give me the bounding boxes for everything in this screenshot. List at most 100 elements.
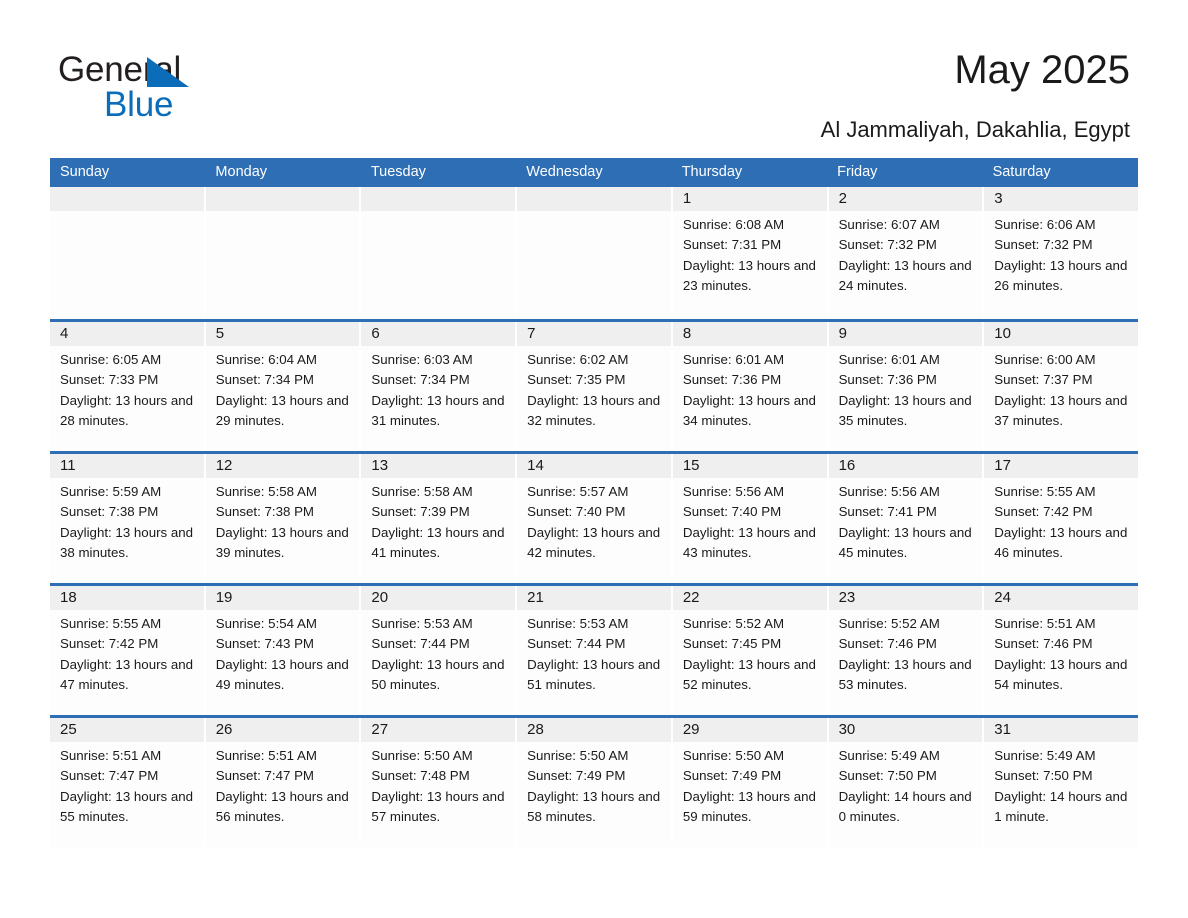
day-details: Sunrise: 6:01 AM Sunset: 7:36 PM Daylight:…	[829, 346, 983, 431]
calendar-day-cell[interactable]: 17 Sunrise: 5:55 AM Sunset: 7:42 PM Dayligh…	[984, 454, 1138, 583]
day-details: Sunrise: 5:51 AM Sunset: 7:47 PM Daylight:…	[50, 742, 204, 827]
calendar-week-row: 11 Sunrise: 5:59 AM Sunset: 7:38 PM Dayligh…	[50, 451, 1138, 583]
daylight-text: Daylight: 13 hours and 37 minutes.	[994, 392, 1128, 428]
daylight-text: Daylight: 13 hours and 47 minutes.	[60, 656, 194, 692]
general-blue-logo[interactable]: General Blue	[58, 50, 318, 130]
calendar-day-cell[interactable]: 29 Sunrise: 5:50 AM Sunset: 7:49 PM Dayligh…	[672, 718, 827, 847]
calendar-day-cell[interactable]: 25 Sunrise: 5:51 AM Sunset: 7:47 PM Dayligh…	[50, 718, 204, 847]
calendar-day-cell[interactable]: 24 Sunrise: 5:51 AM Sunset: 7:46 PM Dayligh…	[984, 586, 1138, 715]
calendar-day-cell[interactable]: 1 Sunrise: 6:08 AM Sunset: 7:31 PM Daylight…	[672, 187, 827, 319]
calendar-day-cell[interactable]: 26 Sunrise: 5:51 AM Sunset: 7:47 PM Dayligh…	[205, 718, 360, 847]
daylight-text: Daylight: 13 hours and 53 minutes.	[838, 656, 972, 692]
sunrise-text: Sunrise: 5:51 AM	[994, 616, 1096, 631]
sunset-text: Sunset: 7:33 PM	[60, 372, 159, 388]
calendar-day-cell[interactable]: 28 Sunrise: 5:50 AM Sunset: 7:49 PM Dayligh…	[517, 718, 671, 847]
sunset-text: Sunset: 7:36 PM	[838, 372, 937, 388]
calendar-day-cell[interactable]: 22 Sunrise: 5:52 AM Sunset: 7:45 PM Dayligh…	[672, 586, 827, 715]
day-details: Sunrise: 6:04 AM Sunset: 7:34 PM Daylight:…	[206, 346, 360, 431]
daylight-text: Daylight: 13 hours and 26 minutes.	[994, 257, 1128, 293]
calendar-day-cell[interactable]: 2 Sunrise: 6:07 AM Sunset: 7:32 PM Daylight…	[828, 187, 983, 319]
daylight-text: Daylight: 14 hours and 0 minutes.	[838, 788, 972, 824]
sunrise-text: Sunrise: 5:56 AM	[838, 484, 940, 499]
calendar-day-cell[interactable]: 7 Sunrise: 6:02 AM Sunset: 7:35 PM Daylight…	[517, 322, 671, 451]
sunrise-text: Sunrise: 5:53 AM	[527, 616, 629, 631]
day-number: 4	[50, 322, 204, 346]
day-details: Sunrise: 5:57 AM Sunset: 7:40 PM Daylight:…	[517, 478, 671, 563]
sunrise-text: Sunrise: 6:04 AM	[215, 352, 317, 367]
calendar-day-cell[interactable]: 20 Sunrise: 5:53 AM Sunset: 7:44 PM Dayligh…	[361, 586, 516, 715]
day-details: Sunrise: 6:07 AM Sunset: 7:32 PM Daylight:…	[829, 211, 983, 296]
sunrise-text: Sunrise: 6:00 AM	[994, 352, 1096, 367]
daylight-text: Daylight: 13 hours and 57 minutes.	[371, 788, 505, 824]
day-number: 26	[205, 718, 360, 742]
calendar-cell-empty	[50, 187, 204, 319]
daylight-text: Daylight: 13 hours and 52 minutes.	[682, 656, 816, 692]
calendar-day-cell[interactable]: 4 Sunrise: 6:05 AM Sunset: 7:33 PM Daylight…	[50, 322, 204, 451]
day-number: 14	[517, 454, 671, 478]
daylight-text: Daylight: 13 hours and 50 minutes.	[371, 656, 505, 692]
day-details: Sunrise: 5:59 AM Sunset: 7:38 PM Daylight:…	[50, 478, 204, 563]
daylight-text: Daylight: 13 hours and 32 minutes.	[527, 392, 661, 428]
daylight-text: Daylight: 13 hours and 51 minutes.	[527, 656, 661, 692]
day-number: 11	[50, 454, 204, 478]
calendar-day-cell[interactable]: 15 Sunrise: 5:56 AM Sunset: 7:40 PM Dayligh…	[672, 454, 827, 583]
sunset-text: Sunset: 7:44 PM	[527, 636, 626, 652]
day-number	[205, 187, 360, 211]
calendar-day-cell[interactable]: 3 Sunrise: 6:06 AM Sunset: 7:32 PM Daylight…	[984, 187, 1138, 319]
calendar-day-cell[interactable]: 5 Sunrise: 6:04 AM Sunset: 7:34 PM Daylight…	[205, 322, 360, 451]
calendar-day-cell[interactable]: 8 Sunrise: 6:01 AM Sunset: 7:36 PM Daylight…	[672, 322, 827, 451]
calendar-day-cell[interactable]: 14 Sunrise: 5:57 AM Sunset: 7:40 PM Dayligh…	[517, 454, 671, 583]
calendar-day-cell[interactable]: 6 Sunrise: 6:03 AM Sunset: 7:34 PM Daylight…	[361, 322, 516, 451]
sunset-text: Sunset: 7:39 PM	[371, 504, 470, 520]
weekday-tuesday: Tuesday	[370, 164, 426, 180]
calendar-day-cell[interactable]: 9 Sunrise: 6:01 AM Sunset: 7:36 PM Daylight…	[828, 322, 983, 451]
daylight-text: Daylight: 13 hours and 28 minutes.	[60, 392, 194, 428]
calendar-day-cell[interactable]: 12 Sunrise: 5:58 AM Sunset: 7:38 PM Dayligh…	[205, 454, 360, 583]
sunrise-text: Sunrise: 6:08 AM	[682, 217, 785, 232]
weekday-monday: Monday	[215, 164, 268, 180]
calendar-day-cell[interactable]: 13 Sunrise: 5:58 AM Sunset: 7:39 PM Dayligh…	[361, 454, 516, 583]
sunset-text: Sunset: 7:44 PM	[371, 636, 470, 652]
day-number: 2	[828, 187, 983, 211]
calendar-day-cell[interactable]: 19 Sunrise: 5:54 AM Sunset: 7:43 PM Dayligh…	[205, 586, 360, 715]
sunrise-text: Sunrise: 5:51 AM	[215, 748, 317, 763]
calendar-day-cell[interactable]: 21 Sunrise: 5:53 AM Sunset: 7:44 PM Dayligh…	[517, 586, 671, 715]
sunrise-text: Sunrise: 5:51 AM	[60, 748, 162, 763]
day-number: 29	[672, 718, 827, 742]
triangle-icon	[147, 57, 189, 87]
day-number: 30	[828, 718, 983, 742]
day-number: 24	[984, 586, 1138, 610]
day-number: 20	[361, 586, 516, 610]
weekday-header-row: Sunday Monday Tuesday Wednesday Thursday…	[50, 158, 1138, 187]
day-number: 12	[205, 454, 360, 478]
day-details: Sunrise: 5:58 AM Sunset: 7:39 PM Daylight:…	[361, 478, 515, 563]
daylight-text: Daylight: 13 hours and 56 minutes.	[215, 788, 349, 824]
calendar-day-cell[interactable]: 11 Sunrise: 5:59 AM Sunset: 7:38 PM Dayligh…	[50, 454, 204, 583]
sunrise-text: Sunrise: 5:49 AM	[838, 748, 940, 763]
day-number: 5	[205, 322, 360, 346]
day-number: 6	[361, 322, 516, 346]
day-number	[50, 187, 204, 211]
calendar-day-cell[interactable]: 10 Sunrise: 6:00 AM Sunset: 7:37 PM Dayligh…	[984, 322, 1138, 451]
calendar-day-cell[interactable]: 23 Sunrise: 5:52 AM Sunset: 7:46 PM Dayligh…	[828, 586, 983, 715]
calendar-weeks: 1 Sunrise: 6:08 AM Sunset: 7:31 PM Daylight…	[50, 187, 1138, 847]
day-number: 27	[361, 718, 516, 742]
day-number: 28	[517, 718, 671, 742]
calendar-week-row: 25 Sunrise: 5:51 AM Sunset: 7:47 PM Dayligh…	[50, 715, 1138, 847]
weekday-wednesday: Wednesday	[526, 164, 603, 180]
calendar-day-cell[interactable]: 18 Sunrise: 5:55 AM Sunset: 7:42 PM Dayligh…	[50, 586, 204, 715]
calendar-day-cell[interactable]: 31 Sunrise: 5:49 AM Sunset: 7:50 PM Dayligh…	[984, 718, 1138, 847]
calendar-day-cell[interactable]: 30 Sunrise: 5:49 AM Sunset: 7:50 PM Dayligh…	[828, 718, 983, 847]
day-details: Sunrise: 5:50 AM Sunset: 7:49 PM Daylight:…	[673, 742, 827, 827]
day-number	[361, 187, 516, 211]
weekday-sunday: Sunday	[60, 164, 110, 180]
daylight-text: Daylight: 13 hours and 31 minutes.	[371, 392, 505, 428]
sunrise-text: Sunrise: 6:01 AM	[838, 352, 940, 367]
day-details: Sunrise: 6:05 AM Sunset: 7:33 PM Daylight:…	[50, 346, 204, 431]
sunset-text: Sunset: 7:49 PM	[527, 768, 626, 784]
day-details: Sunrise: 5:56 AM Sunset: 7:40 PM Daylight:…	[673, 478, 827, 563]
calendar-day-cell[interactable]: 16 Sunrise: 5:56 AM Sunset: 7:41 PM Dayligh…	[828, 454, 983, 583]
sunset-text: Sunset: 7:42 PM	[994, 504, 1093, 520]
sunset-text: Sunset: 7:42 PM	[60, 636, 159, 652]
calendar-day-cell[interactable]: 27 Sunrise: 5:50 AM Sunset: 7:48 PM Dayligh…	[361, 718, 516, 847]
